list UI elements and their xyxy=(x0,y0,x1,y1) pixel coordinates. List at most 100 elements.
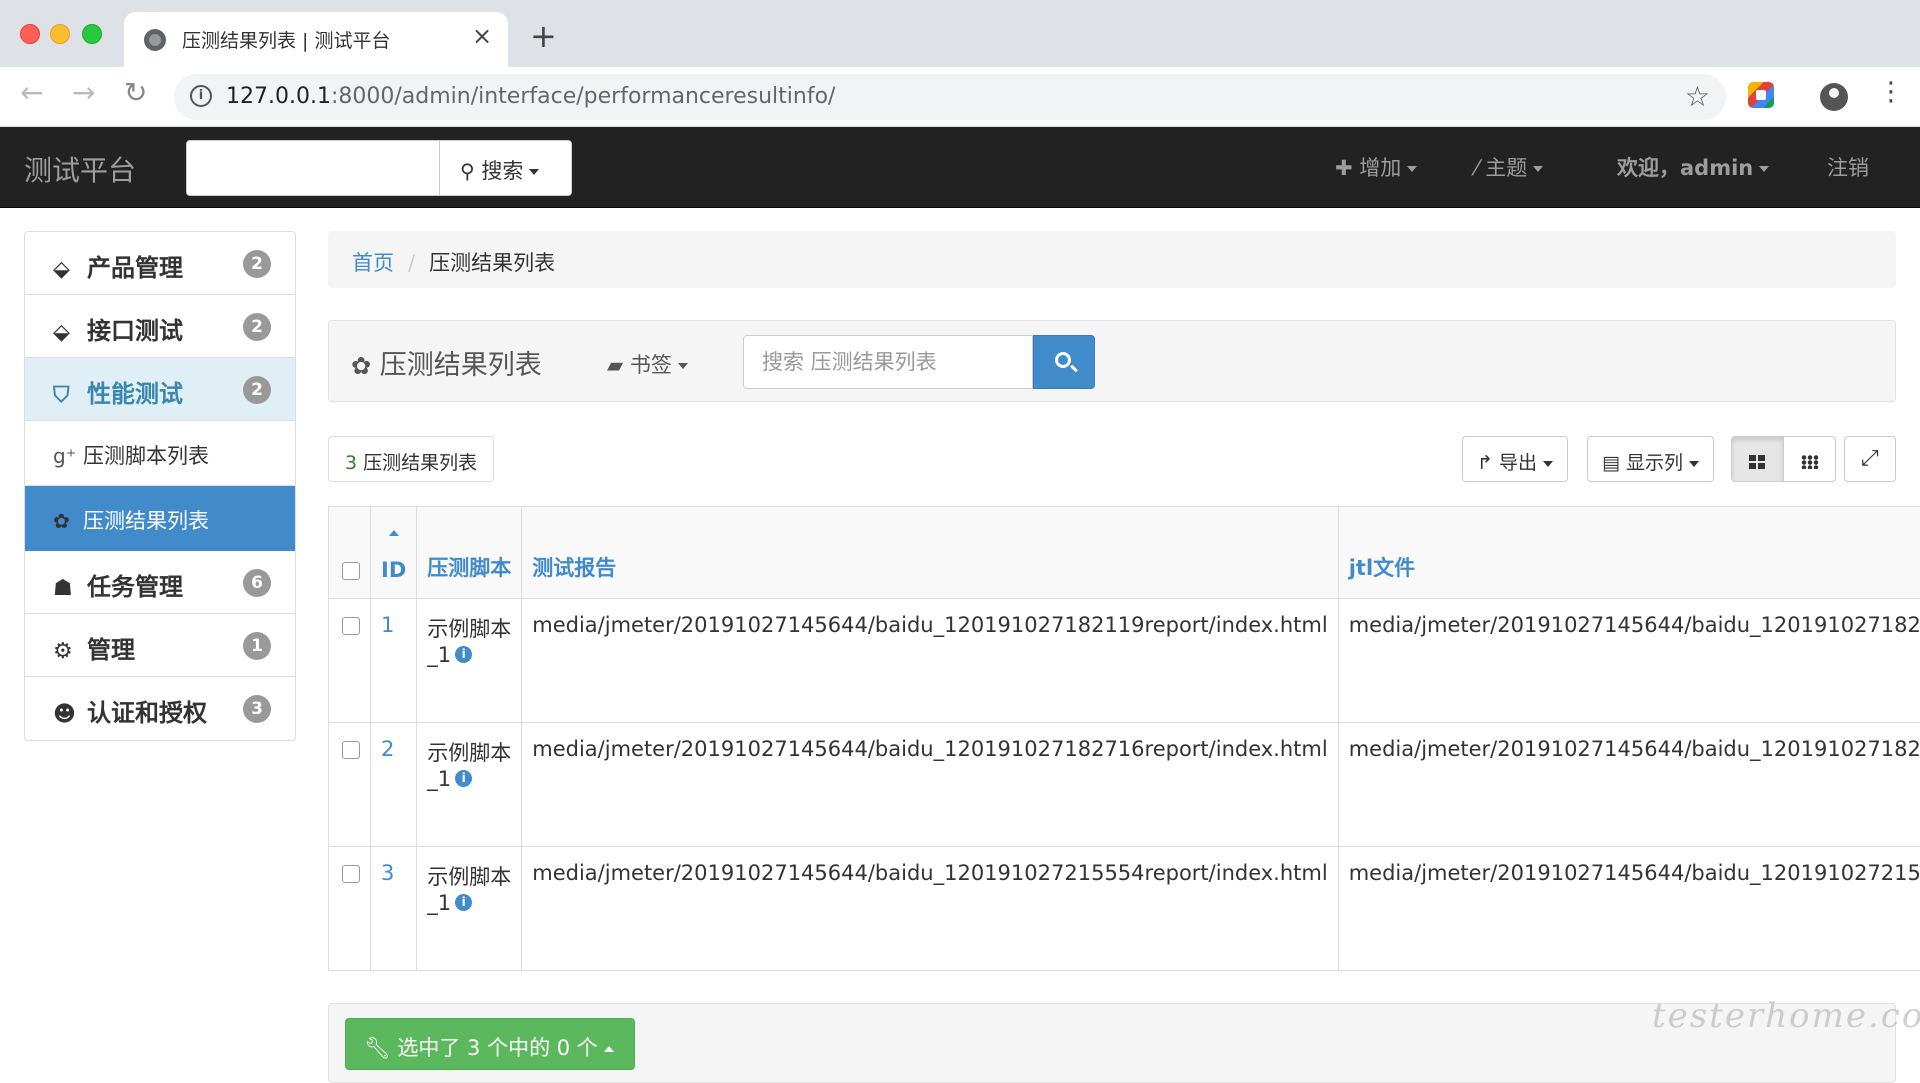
bookmark-dropdown[interactable]: ▰ 书签 xyxy=(607,349,688,379)
row-script-cell: 示例脚本_1i xyxy=(417,599,522,723)
column-header-report[interactable]: 测试报告 xyxy=(522,507,1338,599)
result-count-label: 压测结果列表 xyxy=(363,452,477,474)
view-large-button[interactable] xyxy=(1731,436,1784,482)
octocat-icon: ☗ xyxy=(53,576,75,601)
column-header-script[interactable]: 压测脚本 xyxy=(417,507,522,599)
info-circle-icon[interactable]: i xyxy=(455,646,472,663)
info-icon[interactable]: i xyxy=(190,85,212,107)
search-icon: ⚲ xyxy=(460,159,475,183)
count-badge: 3 xyxy=(243,695,271,723)
columns-button[interactable]: ▤ 显示列 xyxy=(1587,436,1714,482)
global-search-button[interactable]: ⚲ 搜索 xyxy=(439,140,572,196)
window-maximize-button[interactable] xyxy=(82,24,102,44)
logout-link[interactable]: 注销 xyxy=(1827,152,1869,182)
tab-close-icon[interactable]: × xyxy=(472,22,492,50)
window-minimize-button[interactable] xyxy=(50,24,70,44)
book-icon: ▰ xyxy=(607,353,623,377)
sidebar-item-label: 压测脚本列表 xyxy=(83,444,209,468)
sidebar-item-label: 性能测试 xyxy=(87,380,183,408)
caret-up-icon xyxy=(604,1046,614,1052)
extension-icon[interactable] xyxy=(1748,82,1774,108)
caret-down-icon xyxy=(678,363,688,369)
view-small-button[interactable] xyxy=(1783,436,1836,482)
user-menu[interactable]: 欢迎，admin xyxy=(1617,152,1769,182)
sidebar-item-label: 认证和授权 xyxy=(87,699,207,727)
count-badge: 2 xyxy=(243,250,271,278)
caret-down-icon xyxy=(529,169,539,175)
th-icon xyxy=(1801,455,1819,469)
browser-toolbar: ← → ↻ i 127.0.0.1:8000/admin/interface/p… xyxy=(0,67,1920,127)
row-id-link[interactable]: 2 xyxy=(371,723,417,847)
sidebar-item-label: 任务管理 xyxy=(87,573,183,601)
row-id-link[interactable]: 3 xyxy=(371,847,417,971)
global-search-input[interactable] xyxy=(186,140,440,196)
columns-label: 显示列 xyxy=(1626,452,1683,474)
list-search-input[interactable] xyxy=(743,335,1033,389)
magic-wand-icon: ⁄ xyxy=(1475,156,1479,180)
row-id-link[interactable]: 1 xyxy=(371,599,417,723)
result-count: 3 压测结果列表 xyxy=(328,436,494,482)
row-jtl-cell: media/jmeter/20191027145644/baidu_120191… xyxy=(1338,599,1920,723)
select-all-checkbox[interactable] xyxy=(342,562,360,580)
theme-menu[interactable]: ⁄ 主题 xyxy=(1475,152,1543,182)
bookmark-star-icon[interactable]: ☆ xyxy=(1685,80,1710,113)
watermark-logo: testerhome.com xyxy=(1652,996,1920,1036)
html5-icon: ⛉ xyxy=(53,383,75,408)
sidebar-item-tasks[interactable]: ☗ 任务管理 6 xyxy=(25,551,295,614)
fullscreen-button[interactable]: ⤢ xyxy=(1844,436,1896,482)
sidebar: ⬙产品管理2 ⬙接口测试2 ⛉ 性能测试 2 g⁺压测脚本列表 ✿压测结果列表 ☗ 任… xyxy=(24,231,296,741)
gear-icon: ⚙ xyxy=(53,639,75,664)
sort-asc-icon xyxy=(381,520,406,544)
row-script-cell: 示例脚本_1i xyxy=(417,847,522,971)
sidebar-item-label: 管理 xyxy=(87,636,135,664)
column-header-jtl[interactable]: jtl文件 xyxy=(1338,507,1920,599)
sidebar-item-scripts[interactable]: g⁺压测脚本列表 xyxy=(25,421,295,486)
forward-icon[interactable]: → xyxy=(72,79,95,107)
info-circle-icon[interactable]: i xyxy=(455,894,472,911)
search-icon xyxy=(1055,352,1071,368)
sidebar-item-performance[interactable]: ⛉ 性能测试 2 xyxy=(25,358,295,421)
row-select-cell xyxy=(329,723,371,847)
address-bar[interactable]: i 127.0.0.1:8000/admin/interface/perform… xyxy=(174,74,1726,120)
sidebar-item-api-test[interactable]: ⬙接口测试2 xyxy=(25,295,295,358)
row-checkbox[interactable] xyxy=(342,865,360,883)
selected-actions-label: 选中了 3 个中的 0 个 xyxy=(397,1036,597,1060)
add-label: 增加 xyxy=(1359,156,1401,180)
count-badge: 1 xyxy=(243,632,271,660)
export-button[interactable]: ↱ 导出 xyxy=(1462,436,1568,482)
caret-down-icon xyxy=(1689,461,1699,467)
theme-label: 主题 xyxy=(1485,156,1527,180)
breadcrumb-home-link[interactable]: 首页 xyxy=(352,251,394,275)
sidebar-item-admin[interactable]: ⚙ 管理 1 xyxy=(25,614,295,677)
browser-tab-bar: 压测结果列表 | 测试平台 × + xyxy=(0,0,1920,67)
account-icon[interactable] xyxy=(1820,83,1848,111)
page-title: ✿ 压测结果列表 xyxy=(351,343,542,382)
row-checkbox[interactable] xyxy=(342,617,360,635)
sidebar-item-results[interactable]: ✿压测结果列表 xyxy=(25,486,295,551)
add-menu[interactable]: ✚ 增加 xyxy=(1335,152,1417,182)
column-header-label: ID xyxy=(381,558,406,582)
window-close-button[interactable] xyxy=(20,24,40,44)
browser-tab[interactable]: 压测结果列表 | 测试平台 × xyxy=(124,12,508,67)
reload-icon[interactable]: ↻ xyxy=(124,79,147,107)
new-tab-button[interactable]: + xyxy=(530,20,557,52)
url-host: 127.0.0.1 xyxy=(226,84,331,109)
row-checkbox[interactable] xyxy=(342,741,360,759)
brand-title[interactable]: 测试平台 xyxy=(24,149,136,189)
sidebar-item-products[interactable]: ⬙产品管理2 xyxy=(25,232,295,295)
selected-actions-button[interactable]: 🔧︎ 选中了 3 个中的 0 个 xyxy=(345,1018,635,1070)
browser-menu-icon[interactable]: ⋮ xyxy=(1878,79,1904,105)
column-header-id[interactable]: ID xyxy=(371,507,417,599)
back-icon[interactable]: ← xyxy=(20,79,43,107)
result-count-number: 3 xyxy=(345,452,357,474)
caret-down-icon xyxy=(1759,166,1769,172)
sidebar-item-auth[interactable]: ☻认证和授权3 xyxy=(25,677,295,740)
search-button-label: 搜索 xyxy=(481,159,523,183)
list-alt-icon: ▤ xyxy=(1602,452,1620,474)
list-search-button[interactable] xyxy=(1033,335,1095,389)
count-badge: 2 xyxy=(243,376,271,404)
welcome-label: 欢迎，admin xyxy=(1617,156,1753,180)
count-badge: 6 xyxy=(243,569,271,597)
bookmark-label: 书签 xyxy=(630,353,672,377)
info-circle-icon[interactable]: i xyxy=(455,770,472,787)
